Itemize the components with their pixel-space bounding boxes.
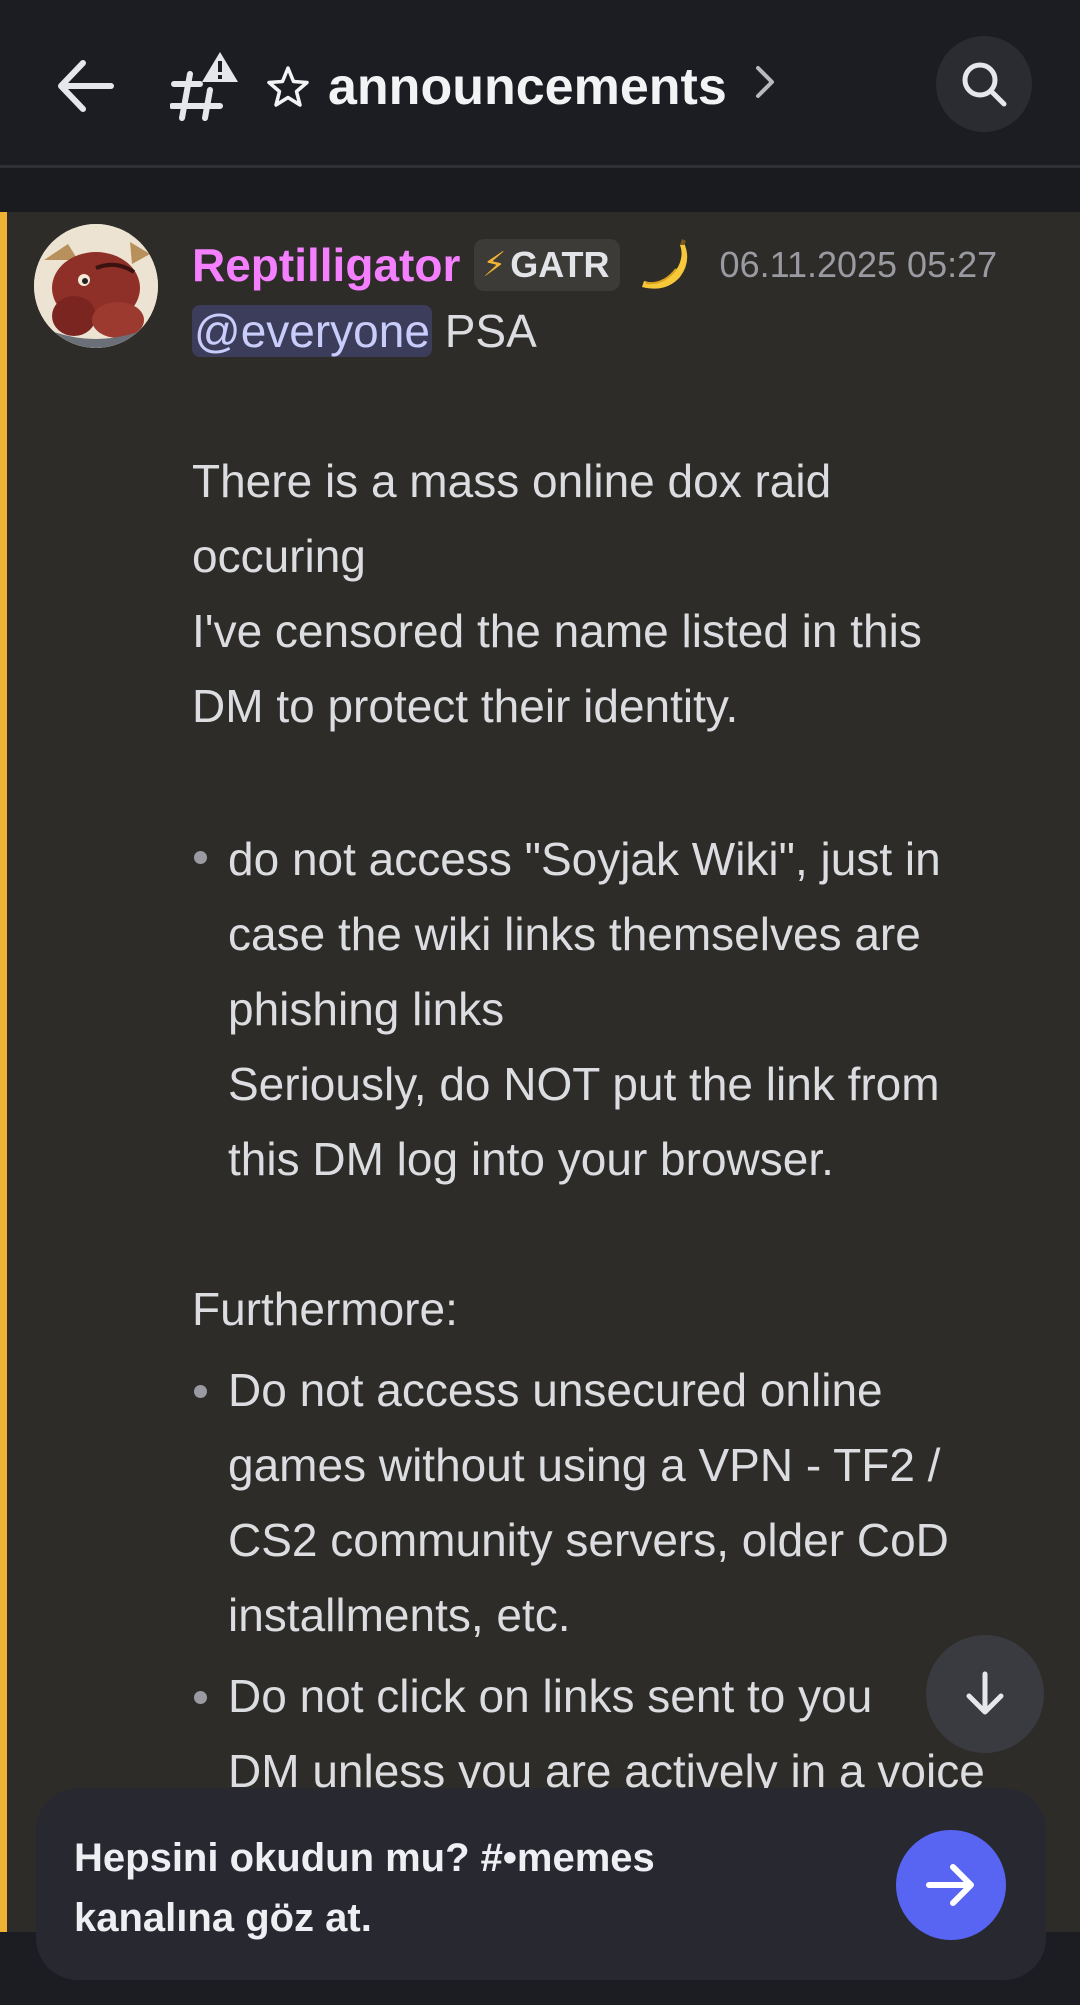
bullet-list: Do not access unsecured online games wit… [192, 1353, 1052, 1809]
jump-to-latest-button[interactable] [926, 1635, 1044, 1753]
author-name[interactable]: Reptilligator [192, 238, 460, 292]
list-item-line: do not access "Soyjak Wiki", just in [228, 833, 941, 885]
lightning-icon: ⚡ [482, 246, 507, 284]
search-icon [962, 62, 1007, 107]
banana-icon [641, 239, 687, 289]
back-button[interactable] [50, 48, 120, 124]
message-line: There is a mass online dox raid [192, 455, 832, 507]
next-channel-banner[interactable]: Hepsini okudun mu? #•memes kanalına göz … [36, 1788, 1046, 1980]
list-item-line: Do not access unsecured online [228, 1364, 883, 1416]
banner-line: kanalına göz at. [74, 1896, 372, 1940]
star-icon [267, 66, 309, 107]
channel-title[interactable]: announcements [266, 52, 727, 122]
arrow-left-icon [58, 60, 114, 112]
message-line: DM to protect their identity. [192, 680, 739, 732]
arrow-down-icon [966, 1671, 1004, 1715]
list-item-line: installments, etc. [228, 1589, 571, 1641]
everyone-mention[interactable]: @everyone [192, 305, 432, 357]
list-item-line: games without using a VPN - TF2 / [228, 1439, 941, 1491]
list-item-line: this DM log into your browser. [228, 1133, 834, 1185]
message-header: Reptilligator ⚡ GATR 06.11.2025 05:27 [192, 230, 997, 300]
furthermore-heading: Furthermore: [192, 1283, 458, 1335]
message-line: I've censored the name listed in this [192, 605, 922, 657]
message-timestamp: 06.11.2025 05:27 [719, 244, 998, 285]
channel-name: announcements [328, 58, 727, 116]
message-line: occuring [192, 530, 366, 582]
avatar[interactable] [34, 224, 158, 348]
list-item: do not access "Soyjak Wiki", just in cas… [192, 819, 1052, 1197]
channel-header: announcements [0, 0, 1080, 168]
server-tag[interactable]: ⚡ GATR [474, 239, 620, 291]
banner-line: Hepsini okudun mu? #•memes [74, 1836, 655, 1880]
list-item-line: CS2 community servers, older CoD [228, 1514, 949, 1566]
list-item-line: case the wiki links themselves are [228, 908, 921, 960]
message-list[interactable]: Reptilligator ⚡ GATR 06.11.2025 05:27 @e… [0, 212, 1080, 1932]
banner-text: Hepsini okudun mu? #•memes kanalına göz … [74, 1828, 774, 1948]
bullet-list: do not access "Soyjak Wiki", just in cas… [192, 819, 1052, 1197]
chevron-right-icon[interactable] [752, 62, 780, 102]
message-content: @everyone PSA There is a mass online dox… [192, 294, 1052, 1809]
list-item-line: phishing links [228, 983, 505, 1035]
arrow-right-icon [926, 1864, 974, 1906]
mention-highlight-bar [0, 212, 7, 1932]
announcement-channel-icon [169, 50, 240, 122]
list-item: Do not access unsecured online games wit… [192, 1353, 1052, 1653]
list-item-line: Seriously, do NOT put the link from [228, 1058, 940, 1110]
list-item: Do not click on links sent to you DM unl… [192, 1659, 1052, 1809]
server-tag-label: GATR [510, 244, 610, 285]
go-to-channel-button[interactable] [896, 1830, 1006, 1940]
psa-text: PSA [431, 305, 537, 357]
search-button[interactable] [936, 36, 1032, 132]
message-first-line: @everyone PSA [192, 294, 1052, 369]
